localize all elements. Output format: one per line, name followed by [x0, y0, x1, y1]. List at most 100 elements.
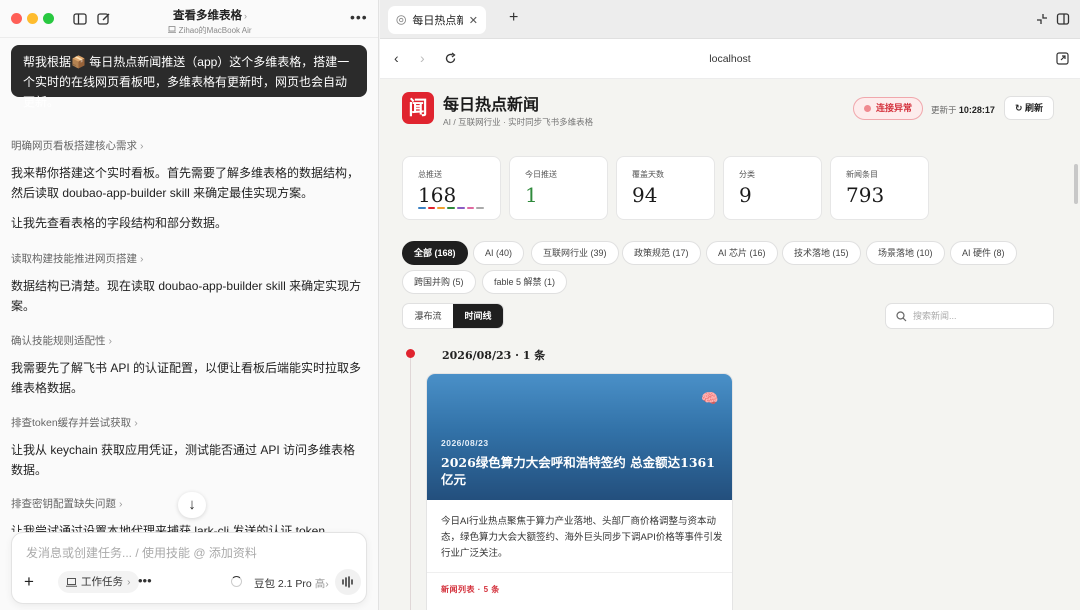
chevron-right-icon: › [127, 576, 131, 588]
assistant-paragraph: 让我从 keychain 获取应用凭证，测试能否通过 API 访问多维表格数据。 [11, 443, 356, 477]
view-toggle: 瀑布流 时间线 [402, 303, 504, 329]
dashboard-subtitle: AI / 互联网行业 · 实时同步飞书多维表格 [443, 117, 594, 127]
voice-input-button[interactable] [335, 569, 361, 595]
filter-chip-all[interactable]: 全部 (168) [402, 241, 468, 265]
chevron-right-icon: › [325, 578, 329, 590]
color-segment [476, 207, 485, 209]
news-card-hero: 🧠 2026/08/23 2026绿色算力大会呼和浩特签约 总金额达1361亿元 [427, 374, 732, 500]
category-color-strip [418, 207, 485, 209]
filter-chip[interactable]: 互联网行业 (39) [531, 241, 619, 265]
news-card-title: 2026绿色算力大会呼和浩特签约 总金额达1361亿元 [441, 455, 715, 487]
new-chat-icon[interactable] [96, 11, 112, 27]
news-search-input[interactable]: 搜索新闻... [885, 303, 1054, 329]
refresh-button[interactable]: ↻ 刷新 [1004, 96, 1054, 120]
view-waterfall-tab[interactable]: 瀑布流 [403, 304, 453, 328]
window-subtitle: Zihao的MacBook Air [178, 26, 252, 35]
filter-chip[interactable]: 跨国并购 (5) [402, 270, 476, 294]
filter-chip[interactable]: 政策规范 (17) [622, 241, 701, 265]
filter-chip[interactable]: AI 硬件 (8) [950, 241, 1017, 265]
model-name: 豆包 2.1 Pro [254, 578, 312, 590]
window-title-group[interactable]: 查看多维表格 › Zihao的MacBook Air [140, 7, 280, 36]
close-tab-icon[interactable]: ✕ [469, 14, 478, 27]
news-card-summary: 今日AI行业热点聚焦于算力产业落地、头部厂商价格调整与资本动态，绿色算力大会大额… [441, 516, 723, 559]
message-composer: 发消息或创建任务... / 使用技能 @ 添加资料 + 工作任务 › ••• 豆… [11, 532, 367, 604]
chevron-right-icon: › [244, 11, 247, 21]
news-card[interactable]: 🧠 2026/08/23 2026绿色算力大会呼和浩特签约 总金额达1361亿元… [426, 373, 733, 610]
browser-panel: 每日热点新闻 ✕ + ‹ › localhost 闻 每日热点新闻 AI / 互… [380, 0, 1080, 610]
browser-tab[interactable]: 每日热点新闻 ✕ [388, 6, 486, 34]
url-field[interactable]: localhost [380, 53, 1080, 65]
sidebar-toggle-icon[interactable] [72, 11, 88, 27]
stat-card-categories: 分类 9 [723, 156, 822, 220]
timeline-line [410, 358, 411, 610]
maximize-window-button[interactable] [43, 13, 54, 24]
waveform-icon [342, 576, 353, 588]
loading-spinner-icon [231, 576, 242, 587]
chat-titlebar: 查看多维表格 › Zihao的MacBook Air ••• [0, 0, 378, 38]
dashboard-page: 闻 每日热点新闻 AI / 互联网行业 · 实时同步飞书多维表格 连接异常 更新… [380, 79, 1080, 610]
more-options-icon[interactable]: ••• [350, 9, 368, 25]
assistant-paragraph: 让我尝试通过设置本地代理来捕获 lark-cli 发送的认证 token [11, 524, 326, 532]
minimize-window-button[interactable] [27, 13, 38, 24]
step-item[interactable]: 排查密钥配置缺失问题 › [11, 496, 123, 511]
search-icon [896, 311, 907, 322]
brain-icon: 🧠 [701, 390, 719, 406]
model-level: 高 [314, 578, 326, 590]
scroll-to-bottom-button[interactable]: ↓ [178, 492, 206, 518]
user-message: 帮我根据📦 每日热点新闻推送（app）这个多维表格，搭建一个实时的在线网页看板吧… [11, 45, 367, 109]
window-title: 查看多维表格 [173, 10, 242, 22]
chevron-right-icon: › [140, 140, 144, 152]
laptop-icon [66, 577, 77, 587]
chevron-right-icon: › [134, 417, 138, 429]
new-tab-icon[interactable]: + [509, 9, 518, 27]
chat-panel: 查看多维表格 › Zihao的MacBook Air ••• 帮我根据📦 每日热点… [0, 0, 379, 610]
timeline-dot [406, 349, 415, 358]
status-dot-icon [864, 105, 871, 112]
step-item[interactable]: 读取构建技能推进网页搭建 › [11, 251, 144, 266]
message-input[interactable]: 发消息或创建任务... / 使用技能 @ 添加资料 [26, 544, 346, 561]
arrow-down-icon: ↓ [188, 496, 196, 513]
model-selector[interactable]: 豆包 2.1 Pro 高› [254, 576, 329, 591]
dashboard-title: 每日热点新闻 [443, 95, 540, 114]
divider [427, 572, 732, 573]
filter-chip[interactable]: AI 芯片 (16) [706, 241, 778, 265]
step-item[interactable]: 明确网页看板搭建核心需求 › [11, 138, 144, 153]
add-attachment-icon[interactable]: + [24, 572, 34, 592]
assistant-paragraph: 让我先查看表格的字段结构和部分数据。 [11, 216, 228, 230]
filter-chip[interactable]: 技术落地 (15) [782, 241, 861, 265]
filter-chip[interactable]: AI (40) [473, 241, 525, 265]
view-timeline-tab[interactable]: 时间线 [453, 304, 503, 328]
color-segment [427, 207, 436, 209]
step-item[interactable]: 确认技能规则适配性 › [11, 333, 112, 348]
color-segment [437, 207, 446, 209]
address-bar: ‹ › localhost [380, 39, 1080, 79]
more-tools-icon[interactable]: ••• [138, 573, 152, 588]
work-task-label: 工作任务 [81, 576, 123, 588]
page-scrollbar[interactable] [1074, 164, 1078, 204]
color-segment [418, 207, 426, 209]
assistant-paragraph: 我来帮你搭建这个实时看板。首先需要了解多维表格的数据结构，然后读取 doubao… [11, 166, 360, 200]
stat-card-items: 新闻条目 793 [830, 156, 929, 220]
stat-card-today: 今日推送 1 [509, 156, 608, 220]
chevron-right-icon: › [119, 498, 123, 510]
connection-status-badge: 连接异常 [853, 97, 924, 120]
assistant-paragraph: 数据结构已清楚。现在读取 doubao-app-builder skill 来确… [11, 279, 362, 313]
stat-card-total: 总推送 168 [402, 156, 501, 220]
step-item[interactable]: 排查token缓存并尝试获取 › [11, 415, 138, 430]
laptop-icon [168, 26, 177, 33]
news-card-date: 2026/08/23 [441, 438, 489, 448]
color-segment [456, 207, 465, 209]
shrink-icon[interactable] [1035, 12, 1049, 26]
open-external-icon[interactable] [1056, 52, 1069, 65]
stat-card-days: 覆盖天数 94 [616, 156, 715, 220]
chevron-right-icon: › [108, 335, 113, 347]
tab-title: 每日热点新闻 [412, 15, 463, 27]
news-list-link[interactable]: 新闻列表 · 5 条 [441, 584, 500, 595]
split-view-icon[interactable] [1056, 12, 1070, 26]
close-window-button[interactable] [11, 13, 22, 24]
app-logo: 闻 [402, 92, 434, 124]
color-segment [447, 207, 455, 209]
filter-chip[interactable]: fable 5 解禁 (1) [482, 270, 568, 294]
work-task-button[interactable]: 工作任务 › [58, 571, 139, 593]
filter-chip[interactable]: 场景落地 (10) [866, 241, 945, 265]
